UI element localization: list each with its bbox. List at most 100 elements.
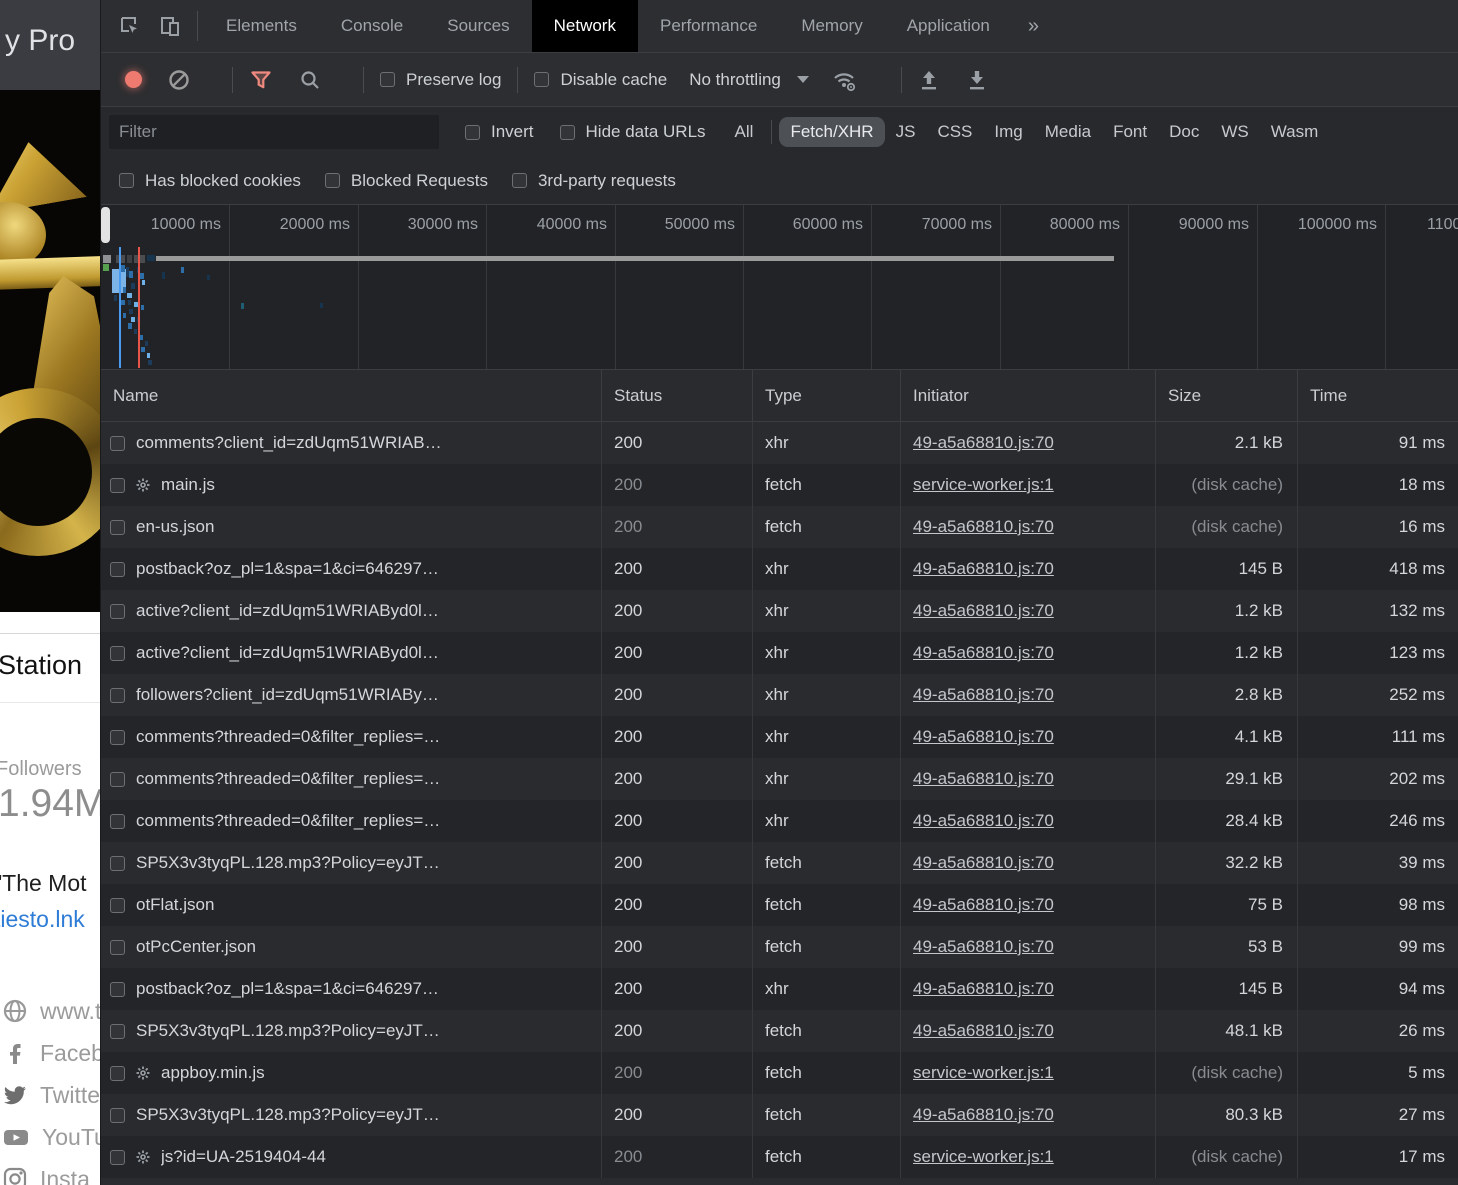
row-checkbox[interactable] xyxy=(110,772,125,787)
social-link-faceb[interactable]: Faceb xyxy=(2,1032,100,1074)
row-checkbox[interactable] xyxy=(110,478,125,493)
initiator-link[interactable]: 49-a5a68810.js:70 xyxy=(913,1105,1054,1125)
table-row[interactable]: appboy.min.js200fetchservice-worker.js:1… xyxy=(101,1052,1458,1094)
overview-range-handle[interactable] xyxy=(101,207,110,243)
initiator-link[interactable]: 49-a5a68810.js:70 xyxy=(913,685,1054,705)
initiator-link[interactable]: service-worker.js:1 xyxy=(913,475,1054,495)
table-row[interactable]: main.js200fetchservice-worker.js:1(disk … xyxy=(101,464,1458,506)
inspect-element-icon[interactable] xyxy=(117,13,143,39)
filter-type-ws[interactable]: WS xyxy=(1210,117,1259,147)
export-har-icon[interactable] xyxy=(966,68,988,92)
initiator-link[interactable]: 49-a5a68810.js:70 xyxy=(913,601,1054,621)
column-header-status[interactable]: Status xyxy=(602,370,753,421)
column-header-size[interactable]: Size xyxy=(1156,370,1298,421)
initiator-link[interactable]: 49-a5a68810.js:70 xyxy=(913,937,1054,957)
record-button[interactable] xyxy=(125,71,142,88)
row-checkbox[interactable] xyxy=(110,436,125,451)
initiator-link[interactable]: 49-a5a68810.js:70 xyxy=(913,727,1054,747)
row-checkbox[interactable] xyxy=(110,856,125,871)
row-checkbox[interactable] xyxy=(110,940,125,955)
row-checkbox[interactable] xyxy=(110,814,125,829)
search-icon[interactable] xyxy=(299,69,321,91)
tab-elements[interactable]: Elements xyxy=(204,0,319,52)
network-conditions-icon[interactable] xyxy=(831,68,859,92)
row-checkbox[interactable] xyxy=(110,898,125,913)
has-blocked-cookies-toggle[interactable]: Has blocked cookies xyxy=(119,171,301,191)
table-row[interactable]: comments?client_id=zdUqm51WRIAB…200xhr49… xyxy=(101,422,1458,464)
row-checkbox[interactable] xyxy=(110,646,125,661)
blocked-requests-checkbox[interactable] xyxy=(325,173,340,188)
bio-link[interactable]: tiesto.lnk xyxy=(0,906,85,933)
has-blocked-cookies-checkbox[interactable] xyxy=(119,173,134,188)
device-toolbar-icon[interactable] xyxy=(157,13,183,39)
table-row[interactable]: active?client_id=zdUqm51WRIAByd0l…200xhr… xyxy=(101,632,1458,674)
filter-type-font[interactable]: Font xyxy=(1102,117,1158,147)
initiator-link[interactable]: 49-a5a68810.js:70 xyxy=(913,769,1054,789)
social-link-twitte[interactable]: Twitte xyxy=(2,1074,100,1116)
filter-type-css[interactable]: CSS xyxy=(926,117,983,147)
initiator-link[interactable]: 49-a5a68810.js:70 xyxy=(913,895,1054,915)
table-row[interactable]: comments?threaded=0&filter_replies=…200x… xyxy=(101,716,1458,758)
preserve-log-checkbox[interactable] xyxy=(380,72,395,87)
hide-data-urls-checkbox[interactable] xyxy=(560,125,575,140)
table-row[interactable]: SP5X3v3tyqPL.128.mp3?Policy=eyJT…200fetc… xyxy=(101,1010,1458,1052)
3rd-party-requests-toggle[interactable]: 3rd-party requests xyxy=(512,171,676,191)
table-row[interactable]: SP5X3v3tyqPL.128.mp3?Policy=eyJT…200fetc… xyxy=(101,842,1458,884)
table-row[interactable]: comments?threaded=0&filter_replies=…200x… xyxy=(101,800,1458,842)
table-row[interactable]: active?client_id=zdUqm51WRIAByd0l…200xhr… xyxy=(101,590,1458,632)
network-overview-timeline[interactable]: 10000 ms20000 ms30000 ms40000 ms50000 ms… xyxy=(101,205,1458,370)
initiator-link[interactable]: 49-a5a68810.js:70 xyxy=(913,1021,1054,1041)
filter-type-img[interactable]: Img xyxy=(983,117,1033,147)
filter-type-fetch-xhr[interactable]: Fetch/XHR xyxy=(779,117,884,147)
invert-checkbox[interactable] xyxy=(465,125,480,140)
social-link-youtu[interactable]: YouTu xyxy=(2,1116,100,1158)
filter-icon[interactable] xyxy=(249,68,273,92)
table-row[interactable]: postback?oz_pl=1&spa=1&ci=646297…200xhr4… xyxy=(101,968,1458,1010)
row-checkbox[interactable] xyxy=(110,730,125,745)
station-tab-label[interactable]: Station xyxy=(0,650,82,681)
row-checkbox[interactable] xyxy=(110,604,125,619)
row-checkbox[interactable] xyxy=(110,1066,125,1081)
column-header-name[interactable]: Name xyxy=(101,370,602,421)
hide-data-urls-toggle[interactable]: Hide data URLs xyxy=(560,122,706,142)
import-har-icon[interactable] xyxy=(918,68,940,92)
row-checkbox[interactable] xyxy=(110,520,125,535)
column-header-time[interactable]: Time xyxy=(1298,370,1458,421)
initiator-link[interactable]: 49-a5a68810.js:70 xyxy=(913,559,1054,579)
filter-type-doc[interactable]: Doc xyxy=(1158,117,1210,147)
tab-sources[interactable]: Sources xyxy=(425,0,531,52)
table-row[interactable]: js?id=UA-2519404-44200fetchservice-worke… xyxy=(101,1136,1458,1178)
blocked-requests-toggle[interactable]: Blocked Requests xyxy=(325,171,488,191)
tab-application[interactable]: Application xyxy=(885,0,1012,52)
table-row[interactable]: followers?client_id=zdUqm51WRIABy…200xhr… xyxy=(101,674,1458,716)
row-checkbox[interactable] xyxy=(110,562,125,577)
initiator-link[interactable]: 49-a5a68810.js:70 xyxy=(913,811,1054,831)
table-row[interactable]: otFlat.json200fetch49-a5a68810.js:7075 B… xyxy=(101,884,1458,926)
filter-type-js[interactable]: JS xyxy=(885,117,927,147)
row-checkbox[interactable] xyxy=(110,1108,125,1123)
3rd-party-requests-checkbox[interactable] xyxy=(512,173,527,188)
filter-type-media[interactable]: Media xyxy=(1034,117,1102,147)
initiator-link[interactable]: 49-a5a68810.js:70 xyxy=(913,643,1054,663)
disable-cache-checkbox[interactable] xyxy=(534,72,549,87)
table-row[interactable]: comments?threaded=0&filter_replies=…200x… xyxy=(101,758,1458,800)
filter-type-all[interactable]: All xyxy=(724,117,765,147)
table-row[interactable]: otPcCenter.json200fetch49-a5a68810.js:70… xyxy=(101,926,1458,968)
filter-type-wasm[interactable]: Wasm xyxy=(1260,117,1330,147)
column-header-type[interactable]: Type xyxy=(753,370,901,421)
social-link-insta[interactable]: Insta xyxy=(2,1158,100,1185)
row-checkbox[interactable] xyxy=(110,1150,125,1165)
social-link-www-t[interactable]: www.t xyxy=(2,990,100,1032)
tab-memory[interactable]: Memory xyxy=(779,0,884,52)
table-row[interactable]: SP5X3v3tyqPL.128.mp3?Policy=eyJT…200fetc… xyxy=(101,1094,1458,1136)
preserve-log-toggle[interactable]: Preserve log xyxy=(380,70,501,90)
row-checkbox[interactable] xyxy=(110,982,125,997)
clear-icon[interactable] xyxy=(168,69,190,91)
invert-toggle[interactable]: Invert xyxy=(465,122,534,142)
table-row[interactable]: postback?oz_pl=1&spa=1&ci=646297…200xhr4… xyxy=(101,548,1458,590)
initiator-link[interactable]: 49-a5a68810.js:70 xyxy=(913,853,1054,873)
filter-input[interactable] xyxy=(109,115,439,149)
row-checkbox[interactable] xyxy=(110,688,125,703)
initiator-link[interactable]: 49-a5a68810.js:70 xyxy=(913,433,1054,453)
table-row[interactable]: en-us.json200fetch49-a5a68810.js:70(disk… xyxy=(101,506,1458,548)
